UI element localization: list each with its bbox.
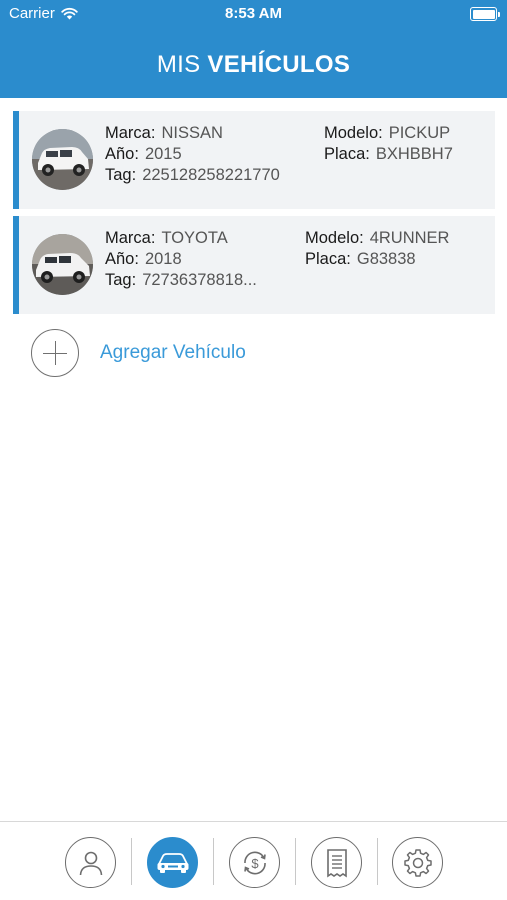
dollar-refresh-icon: $ <box>243 851 266 874</box>
vehicle-card[interactable]: Marca: NISSAN Año: 2015 Tag: 22512825822177… <box>13 111 495 209</box>
anio-value: 2018 <box>144 250 182 268</box>
add-vehicle-button[interactable]: Agregar Vehículo <box>31 329 246 377</box>
user-icon <box>79 851 102 875</box>
modelo-label: Modelo: <box>324 124 383 142</box>
tab-divider <box>295 838 296 885</box>
modelo-field: Modelo: 4RUNNER <box>305 229 449 248</box>
tab-divider <box>377 838 378 885</box>
tag-value: 72736378818... <box>142 271 257 289</box>
placa-label: Placa: <box>305 250 351 268</box>
marca-value: TOYOTA <box>161 229 228 247</box>
placa-label: Placa: <box>324 145 370 163</box>
plus-circle-icon[interactable] <box>31 329 79 377</box>
modelo-label: Modelo: <box>305 229 364 247</box>
tag-label: Tag: <box>105 166 137 184</box>
title-bold: VEHÍCULOS <box>207 51 351 78</box>
battery-icon <box>470 7 500 21</box>
placa-value: G83838 <box>356 250 416 268</box>
tab-payments[interactable]: $ <box>229 837 280 888</box>
svg-text:$: $ <box>251 856 259 871</box>
anio-value: 2015 <box>144 145 182 163</box>
tab-receipts[interactable] <box>311 837 362 888</box>
tag-label: Tag: <box>105 271 137 289</box>
placa-field: Placa: BXHBBH7 <box>324 145 453 164</box>
vehicle-photo <box>32 129 93 190</box>
anio-field: Año: 2018 <box>105 250 182 269</box>
marca-field: Marca: NISSAN <box>105 124 223 143</box>
tab-bar: $ <box>0 821 507 900</box>
tab-divider <box>131 838 132 885</box>
tag-field: Tag: 225128258221770 <box>105 166 280 185</box>
marca-label: Marca: <box>105 124 156 142</box>
placa-field: Placa: G83838 <box>305 250 416 269</box>
header-bar: Carrier 8:53 AM MIS VEHÍCULOS <box>0 0 507 98</box>
title-regular: MIS <box>156 51 201 78</box>
gear-icon <box>403 848 432 877</box>
marca-value: NISSAN <box>161 124 223 142</box>
anio-label: Año: <box>105 145 139 163</box>
add-vehicle-label[interactable]: Agregar Vehículo <box>100 342 246 364</box>
status-bar: Carrier 8:53 AM <box>0 0 507 28</box>
vehicle-photo <box>32 234 93 295</box>
anio-label: Año: <box>105 250 139 268</box>
car-icon <box>157 852 188 873</box>
receipt-icon <box>326 848 347 877</box>
vehicle-card[interactable]: Marca: TOYOTA Año: 2018 Tag: 72736378818...… <box>13 216 495 314</box>
tag-field: Tag: 72736378818... <box>105 271 257 290</box>
anio-field: Año: 2015 <box>105 145 182 164</box>
tab-divider <box>213 838 214 885</box>
placa-value: BXHBBH7 <box>375 145 453 163</box>
modelo-value: 4RUNNER <box>369 229 450 247</box>
modelo-field: Modelo: PICKUP <box>324 124 450 143</box>
marca-field: Marca: TOYOTA <box>105 229 228 248</box>
clock: 8:53 AM <box>225 5 282 22</box>
tag-value: 225128258221770 <box>142 166 280 184</box>
modelo-value: PICKUP <box>388 124 451 142</box>
marca-label: Marca: <box>105 229 156 247</box>
page-title: MIS VEHÍCULOS <box>0 51 507 79</box>
tab-settings[interactable] <box>392 837 443 888</box>
tab-profile[interactable] <box>65 837 116 888</box>
tab-vehicles[interactable] <box>147 837 198 888</box>
